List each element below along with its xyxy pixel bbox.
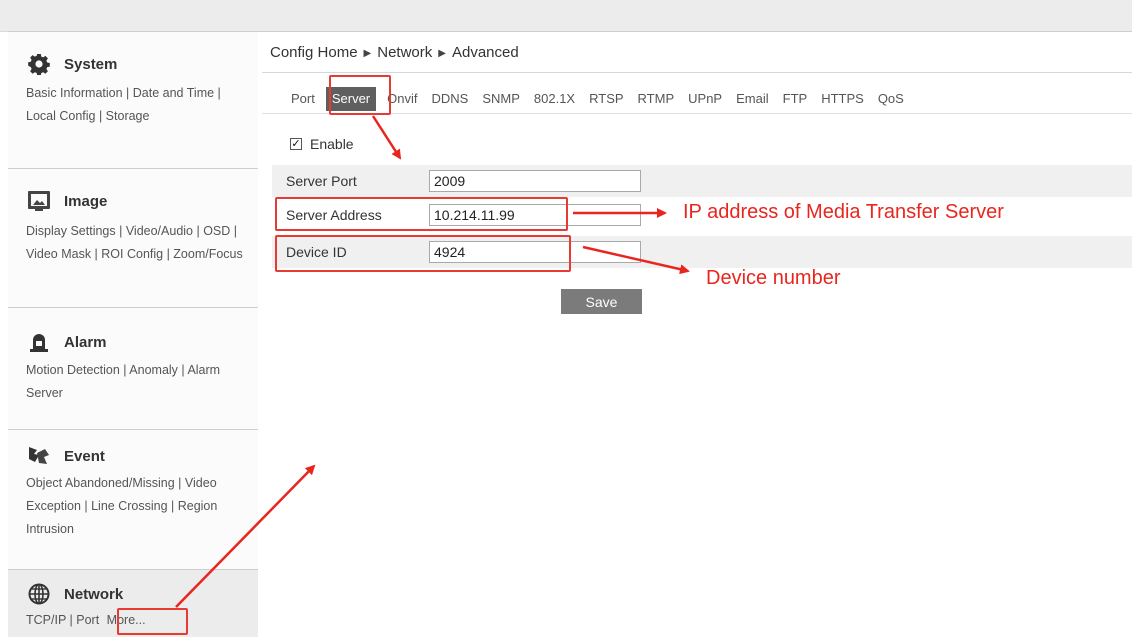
annotation-device-number: Device number (706, 267, 841, 289)
sidebar-image-title: Image (64, 192, 108, 210)
sidebar-network-tcpip-port-links[interactable]: TCP/IP | Port (26, 613, 99, 627)
tab-upnp[interactable]: UPnP (681, 87, 729, 111)
breadcrumb-home[interactable]: Config Home (270, 44, 358, 61)
annotation-ip-address: IP address of Media Transfer Server (683, 201, 1004, 223)
image-icon (26, 188, 52, 214)
device-id-highlight (275, 235, 571, 272)
sidebar-system-links[interactable]: Basic Information | Date and Time | Loca… (26, 82, 254, 128)
sidebar-event-links[interactable]: Object Abandoned/Missing | Video Excepti… (26, 472, 254, 541)
sidebar-image-links[interactable]: Display Settings | Video/Audio | OSD | V… (26, 220, 254, 266)
more-link-highlight (117, 608, 188, 635)
breadcrumb-network[interactable]: Network (377, 44, 432, 61)
breadcrumb: Config Home ▶ Network ▶ Advanced (270, 44, 519, 61)
tab-8021x[interactable]: 802.1X (527, 87, 582, 111)
tab-ddns[interactable]: DDNS (424, 87, 475, 111)
tab-ftp[interactable]: FTP (776, 87, 815, 111)
gear-icon (26, 51, 52, 77)
sidebar-system-title: System (64, 55, 118, 73)
enable-checkbox[interactable]: ✓ (290, 138, 302, 150)
tab-qos[interactable]: QoS (871, 87, 911, 111)
server-tab-highlight (329, 75, 391, 115)
sidebar-section-system: System Basic Information | Date and Time… (8, 32, 258, 169)
breadcrumb-separator-icon: ▶ (438, 48, 446, 59)
server-address-highlight (275, 197, 568, 231)
server-port-input[interactable] (429, 170, 641, 192)
sidebar-section-alarm: Alarm Motion Detection | Anomaly | Alarm… (8, 308, 258, 430)
tab-https[interactable]: HTTPS (814, 87, 871, 111)
save-button[interactable]: Save (561, 289, 642, 314)
sidebar-alarm-links[interactable]: Motion Detection | Anomaly | Alarm Serve… (26, 359, 254, 405)
globe-icon (26, 581, 52, 607)
sidebar-image-header[interactable]: Image (26, 187, 107, 215)
breadcrumb-separator-icon: ▶ (363, 48, 372, 59)
tab-snmp[interactable]: SNMP (475, 87, 527, 111)
sidebar-event-title: Event (64, 447, 105, 465)
sidebar-alarm-header[interactable]: Alarm (26, 328, 107, 356)
config-sidebar: System Basic Information | Date and Time… (8, 32, 258, 637)
tab-email[interactable]: Email (729, 87, 776, 111)
breadcrumb-divider (262, 72, 1132, 73)
sidebar-event-header[interactable]: Event (26, 442, 105, 470)
tab-rtmp[interactable]: RTMP (631, 87, 682, 111)
tab-rtsp[interactable]: RTSP (582, 87, 630, 111)
server-port-label: Server Port (286, 173, 357, 189)
sidebar-system-header[interactable]: System (26, 50, 117, 78)
sidebar-alarm-title: Alarm (64, 333, 107, 351)
alarm-icon (26, 329, 52, 355)
server-port-row: Server Port (272, 165, 1132, 197)
sidebar-network-title: Network (64, 585, 124, 603)
event-icon (26, 443, 52, 469)
enable-row: ✓ Enable (290, 136, 354, 152)
sidebar-section-event: Event Object Abandoned/Missing | Video E… (8, 430, 258, 570)
sidebar-section-image: Image Display Settings | Video/Audio | O… (8, 169, 258, 308)
sidebar-network-header[interactable]: Network (26, 580, 123, 608)
tab-port[interactable]: Port (284, 87, 322, 111)
tabs-divider (262, 113, 1132, 114)
browser-top-bar (0, 0, 1132, 32)
enable-label: Enable (310, 136, 354, 152)
breadcrumb-advanced: Advanced (451, 44, 519, 61)
